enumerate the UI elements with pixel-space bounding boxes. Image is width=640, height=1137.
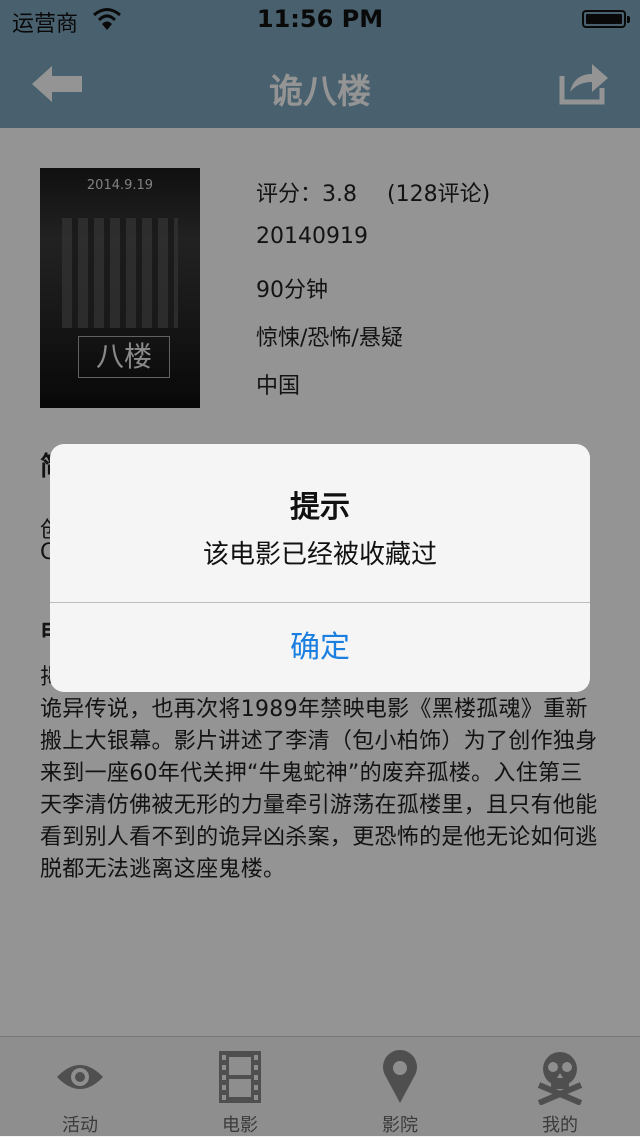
alert-dialog: 提示 该电影已经被收藏过 确定 xyxy=(50,444,590,692)
alert-title: 提示 xyxy=(290,490,350,525)
confirm-button[interactable]: 确定 xyxy=(50,603,590,692)
alert-message: 该电影已经被收藏过 xyxy=(202,540,437,570)
